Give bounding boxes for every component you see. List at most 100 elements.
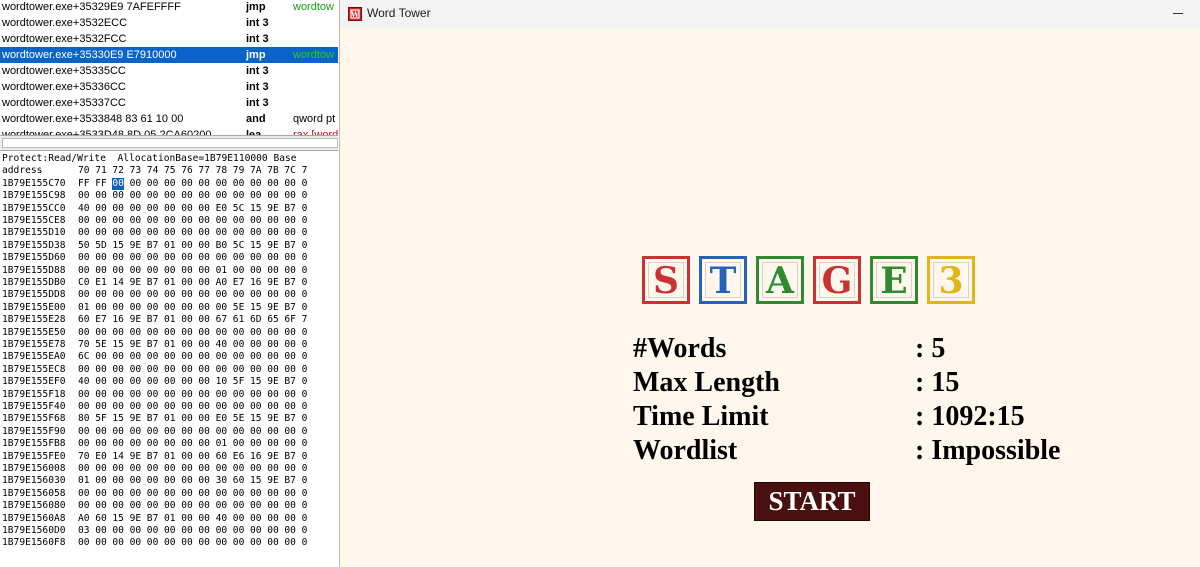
hex-byte[interactable]: 0 [302, 451, 308, 463]
hex-byte[interactable]: 9E [267, 475, 279, 487]
hex-byte[interactable]: 00 [250, 289, 262, 301]
hex-byte[interactable]: 30 [216, 475, 228, 487]
hex-byte[interactable]: 15 [112, 240, 124, 252]
hex-byte[interactable]: 00 [130, 351, 142, 363]
hex-row[interactable]: 1B79E155FE0 70 E0 14 9E B7 01 00 00 60 E6 16 9E B7 0 [0, 451, 338, 463]
hex-row[interactable]: 1B79E155F18 00 00 00 00 00 00 00 00 00 00 00 00 00 0 [0, 389, 338, 401]
hex-byte[interactable]: 00 [181, 339, 193, 351]
hex-byte[interactable]: 0 [302, 475, 308, 487]
hex-byte[interactable]: 00 [164, 463, 176, 475]
hex-row[interactable]: 1B79E156058 00 00 00 00 00 00 00 00 00 00 00 00 00 0 [0, 488, 338, 500]
hex-byte[interactable]: 00 [198, 513, 210, 525]
hex-byte[interactable]: B7 [284, 413, 296, 425]
hex-byte[interactable]: 00 [78, 537, 90, 549]
hex-byte[interactable]: 00 [95, 215, 107, 227]
hex-byte[interactable]: 5F [233, 376, 245, 388]
hex-byte[interactable]: 00 [95, 302, 107, 314]
hex-byte[interactable]: 00 [250, 525, 262, 537]
hex-byte[interactable]: 00 [164, 488, 176, 500]
hex-byte[interactable]: 5C [233, 240, 245, 252]
hex-byte[interactable]: 00 [164, 178, 176, 190]
hex-byte[interactable]: 00 [198, 215, 210, 227]
hex-byte[interactable]: 00 [198, 314, 210, 326]
hex-byte[interactable]: 00 [233, 227, 245, 239]
hex-byte[interactable]: 00 [216, 327, 228, 339]
hex-byte[interactable]: 00 [147, 215, 159, 227]
hex-byte[interactable]: 03 [78, 525, 90, 537]
hex-byte[interactable]: 00 [284, 488, 296, 500]
hex-byte[interactable]: B7 [284, 376, 296, 388]
hex-byte[interactable]: 00 [181, 376, 193, 388]
hex-byte[interactable]: 00 [233, 500, 245, 512]
hex-byte[interactable]: 9E [267, 413, 279, 425]
hex-row[interactable]: 1B79E156030 01 00 00 00 00 00 00 00 30 60 15 9E B7 0 [0, 475, 338, 487]
hex-byte[interactable]: 00 [284, 265, 296, 277]
hex-byte[interactable]: 00 [95, 475, 107, 487]
hex-byte[interactable]: 00 [112, 488, 124, 500]
hex-byte[interactable]: 0 [302, 525, 308, 537]
title-bar[interactable]: W Word Tower [340, 0, 1200, 28]
hex-row[interactable]: 1B79E155FB8 00 00 00 00 00 00 00 00 01 00 00 00 00 0 [0, 438, 338, 450]
hex-byte[interactable]: 0 [302, 413, 308, 425]
hex-byte[interactable]: 0 [302, 203, 308, 215]
hex-byte[interactable]: 00 [95, 289, 107, 301]
hex-byte[interactable]: 00 [95, 364, 107, 376]
disassembly-row[interactable]: wordtower.exe+35336CC int 3 [0, 79, 338, 95]
hex-byte[interactable]: 65 [267, 314, 279, 326]
hex-byte[interactable]: 00 [130, 265, 142, 277]
hex-byte[interactable]: 00 [250, 438, 262, 450]
hex-byte[interactable]: 61 [233, 314, 245, 326]
hex-byte[interactable]: 00 [250, 500, 262, 512]
hex-byte[interactable]: 00 [284, 513, 296, 525]
hex-byte[interactable]: 00 [95, 426, 107, 438]
hex-byte[interactable]: 15 [250, 376, 262, 388]
hex-byte[interactable]: 00 [130, 178, 142, 190]
hex-byte[interactable]: 00 [216, 401, 228, 413]
hex-byte[interactable]: B7 [147, 277, 159, 289]
hex-byte[interactable]: 01 [78, 302, 90, 314]
hex-byte[interactable]: 00 [198, 401, 210, 413]
hex-byte[interactable]: 00 [130, 376, 142, 388]
hex-byte[interactable]: 00 [233, 190, 245, 202]
hex-byte[interactable]: 00 [250, 389, 262, 401]
hex-byte[interactable]: 70 [78, 339, 90, 351]
hex-byte[interactable]: 00 [147, 364, 159, 376]
hex-byte[interactable]: 00 [198, 302, 210, 314]
hex-byte[interactable]: 00 [112, 203, 124, 215]
hex-byte[interactable]: 00 [198, 451, 210, 463]
hex-byte[interactable]: 60 [78, 314, 90, 326]
hex-byte[interactable]: 00 [250, 513, 262, 525]
disassembly-row[interactable]: wordtower.exe+35335CC int 3 [0, 63, 338, 79]
hex-byte[interactable]: 00 [164, 364, 176, 376]
hex-byte[interactable]: 00 [181, 451, 193, 463]
hex-byte[interactable]: 01 [164, 314, 176, 326]
hex-byte[interactable]: 00 [147, 190, 159, 202]
hex-byte[interactable]: 00 [284, 178, 296, 190]
hex-row[interactable]: 1B79E1560F8 00 00 00 00 00 00 00 00 00 00 00 00 00 0 [0, 537, 338, 549]
hex-byte[interactable]: 00 [78, 265, 90, 277]
hex-byte[interactable]: 00 [164, 389, 176, 401]
hex-byte[interactable]: 00 [216, 289, 228, 301]
hex-byte[interactable]: 00 [216, 426, 228, 438]
hex-byte[interactable]: 00 [284, 525, 296, 537]
hex-byte[interactable]: 00 [130, 463, 142, 475]
hex-byte[interactable]: 00 [112, 426, 124, 438]
hex-byte[interactable]: 00 [112, 252, 124, 264]
hex-byte[interactable]: 00 [198, 413, 210, 425]
hex-byte[interactable]: 00 [198, 438, 210, 450]
hex-byte[interactable]: 00 [130, 426, 142, 438]
hex-byte[interactable]: 00 [198, 240, 210, 252]
hex-byte[interactable]: 00 [78, 488, 90, 500]
hex-byte[interactable]: 00 [147, 302, 159, 314]
hex-byte[interactable]: 00 [233, 525, 245, 537]
hex-byte[interactable]: 00 [250, 537, 262, 549]
hex-byte[interactable]: 01 [164, 513, 176, 525]
hex-byte[interactable]: 0 [302, 488, 308, 500]
hex-byte[interactable]: 00 [233, 327, 245, 339]
hex-byte[interactable]: 00 [267, 389, 279, 401]
hex-byte[interactable]: FF [78, 178, 90, 190]
hex-row[interactable]: 1B79E155E28 60 E7 16 9E B7 01 00 00 67 61 6D 65 6F 7 [0, 314, 338, 326]
hex-byte-selected[interactable]: 00 [111, 176, 125, 192]
hex-byte[interactable]: 00 [164, 203, 176, 215]
hex-byte[interactable]: 00 [164, 525, 176, 537]
